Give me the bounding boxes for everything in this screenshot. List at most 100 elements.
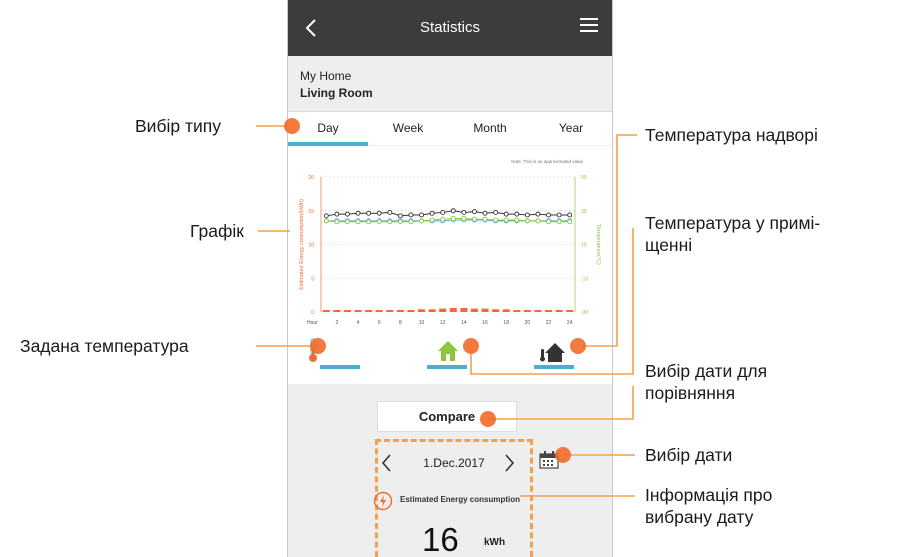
energy-bar [449, 307, 457, 312]
calendar-icon[interactable] [539, 451, 559, 469]
period-tabs: Day Week Month Year [288, 111, 612, 146]
callout-compare-1: Вибір дати для [645, 361, 768, 381]
temperature-point [546, 219, 551, 225]
y-right-label: Temperature(°C) [595, 224, 601, 265]
temperature-point [345, 219, 350, 225]
y-right-tick: 30 [581, 209, 587, 215]
temperature-point [376, 210, 382, 216]
y-left-tick: 15 [308, 209, 314, 215]
x-tick: 2 [335, 320, 338, 326]
x-tick: 4 [357, 320, 360, 326]
thermometer-icon[interactable] [309, 338, 317, 362]
callout-chart: Графік [190, 221, 244, 241]
outdoor-legend-bar [534, 365, 574, 369]
callout-date-info-2: вибрану дату [645, 507, 754, 527]
energy-unit: kWh [484, 537, 506, 548]
set-temp-legend-bar [320, 365, 360, 369]
temperature-point [376, 219, 382, 225]
energy-bar [418, 309, 426, 312]
temperature-point [408, 219, 414, 225]
temperature-point [323, 213, 329, 219]
tab-year[interactable]: Year [531, 121, 611, 135]
energy-bar [428, 309, 436, 312]
energy-bar [470, 308, 478, 312]
energy-info-row: Estimated Energy consumption [373, 490, 543, 511]
temperature-point [397, 213, 403, 219]
energy-bar [566, 309, 574, 312]
temperature-point [450, 215, 456, 221]
energy-bar [439, 308, 447, 312]
energy-bar [492, 309, 500, 312]
energy-bar [502, 309, 510, 312]
hamburger-menu-icon[interactable] [580, 18, 598, 36]
tab-month[interactable]: Month [450, 121, 530, 135]
indoor-legend-bar [427, 365, 467, 369]
callout-compare-2: порівняння [645, 383, 736, 403]
x-tick: 16 [482, 320, 488, 326]
energy-bar [365, 309, 373, 312]
tab-week[interactable]: Week [368, 121, 448, 135]
y-left-label: Estimated Energy consumption(kWh) [299, 199, 305, 290]
temperature-point [419, 218, 424, 224]
temperature-point [567, 219, 573, 225]
x-axis-label: Hour [307, 320, 318, 326]
temperature-point [514, 217, 520, 223]
energy-bar [396, 309, 404, 312]
outdoor-house-icon[interactable] [540, 343, 565, 362]
callout-outdoor-temp: Температура надворі [645, 125, 818, 145]
callout-indoor-temp-2: щенні [645, 235, 693, 255]
y-right-tick: -30 [581, 310, 588, 316]
chart-note: Note: This is an approximated value [511, 159, 583, 164]
energy-bar [481, 308, 489, 312]
callout-set-temp: Задана температура [20, 336, 189, 356]
y-right-tick: -10 [581, 276, 588, 282]
energy-bar [375, 309, 383, 312]
energy-bar [386, 309, 394, 312]
temperature-point [567, 212, 573, 218]
energy-bar [460, 307, 468, 312]
temperature-point [461, 209, 467, 215]
x-tick: 20 [525, 320, 531, 326]
temperature-point [514, 211, 520, 217]
app-bar: Statistics [288, 0, 612, 56]
temperature-point [429, 210, 435, 216]
indoor-house-icon[interactable] [438, 341, 458, 361]
temperature-point [493, 209, 499, 215]
x-tick: 10 [419, 320, 425, 326]
chart-svg: Note: This is an approximated value 20 50… [299, 159, 601, 369]
x-tick: 12 [440, 320, 446, 326]
compare-button[interactable]: Compare [377, 401, 517, 432]
y-left-tick: 20 [308, 175, 314, 181]
temperature-point [493, 217, 499, 223]
temperature-point [556, 212, 562, 218]
temperature-point [482, 210, 488, 216]
y-left-tick: 0 [311, 310, 314, 316]
tab-day[interactable]: Day [288, 121, 368, 135]
y-left-tick: 10 [308, 243, 314, 249]
temperature-point [461, 215, 467, 221]
energy-bar [407, 309, 415, 312]
temperature-point [440, 216, 446, 222]
x-tick: 6 [378, 320, 381, 326]
temperature-point [535, 211, 541, 217]
callout-date-info-1: Інформація про [645, 485, 773, 505]
temperature-point [419, 212, 424, 218]
temperature-point [345, 211, 350, 217]
temperature-point [408, 212, 414, 218]
lightning-icon [373, 491, 393, 511]
temperature-point [503, 211, 509, 217]
temperature-point [482, 216, 488, 222]
page-title: Statistics [419, 19, 480, 36]
room-name: Living Room [300, 86, 373, 100]
temperature-point [524, 212, 530, 218]
next-date-icon[interactable] [501, 452, 517, 474]
temperature-point [440, 209, 446, 215]
temperature-line [326, 210, 570, 217]
energy-bar [545, 309, 553, 312]
temperature-point [366, 219, 372, 225]
temperature-point [472, 209, 477, 215]
x-tick: 8 [399, 320, 402, 326]
callout-date-select: Вибір дати [645, 445, 733, 465]
x-tick: 22 [546, 320, 552, 326]
y-right-tick: 10 [581, 243, 587, 249]
